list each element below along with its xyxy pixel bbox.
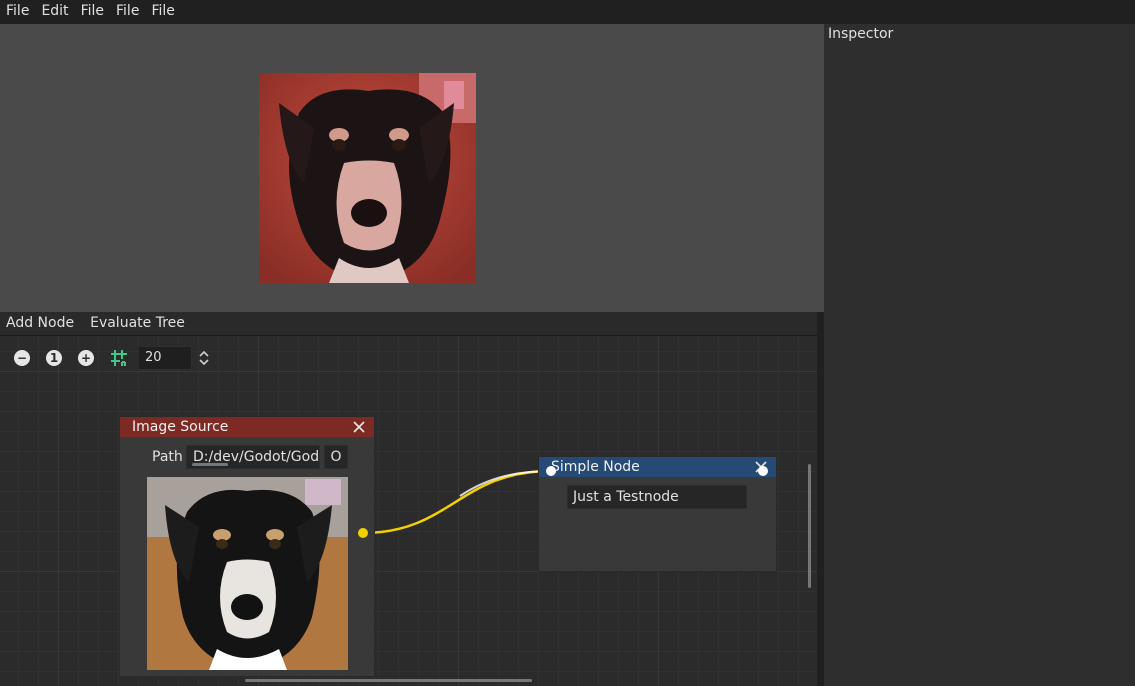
menu-file[interactable]: File bbox=[0, 0, 35, 24]
path-row: Path D:/dev/Godot/God O bbox=[152, 445, 348, 469]
path-scrollbar[interactable] bbox=[192, 463, 228, 466]
simple-node[interactable]: Simple Node Just a Testnode bbox=[538, 456, 777, 572]
graph-toolbar: Add Node Evaluate Tree bbox=[0, 312, 817, 336]
graph-horizontal-scrollbar[interactable] bbox=[245, 679, 532, 682]
evaluate-tree-button[interactable]: Evaluate Tree bbox=[84, 312, 191, 335]
graph-panel: Add Node Evaluate Tree − 1 + 20 Image So… bbox=[0, 312, 817, 686]
open-file-button[interactable]: O bbox=[324, 445, 348, 469]
graph-edit-canvas[interactable]: − 1 + 20 Image Source Path D:/dev/Godot/… bbox=[0, 336, 817, 686]
simple-node-text-value: Just a Testnode bbox=[573, 489, 679, 505]
close-icon[interactable] bbox=[352, 420, 366, 434]
menu-edit[interactable]: Edit bbox=[35, 0, 74, 24]
simple-node-output-port[interactable] bbox=[757, 465, 769, 477]
image-source-header[interactable]: Image Source bbox=[120, 417, 374, 437]
menu-bar: File Edit File File File bbox=[0, 0, 1135, 24]
simple-node-input-port[interactable] bbox=[545, 465, 557, 477]
preview-viewport bbox=[0, 24, 824, 312]
image-source-title: Image Source bbox=[132, 419, 229, 435]
path-input[interactable]: D:/dev/Godot/God bbox=[186, 445, 320, 469]
inspector-panel: Inspector bbox=[824, 24, 1135, 686]
add-node-button[interactable]: Add Node bbox=[0, 312, 80, 335]
preview-image-dog-red bbox=[259, 73, 476, 283]
simple-node-title: Simple Node bbox=[551, 459, 640, 475]
image-source-node[interactable]: Image Source Path D:/dev/Godot/God O bbox=[119, 416, 375, 677]
simple-node-text-input[interactable]: Just a Testnode bbox=[567, 485, 747, 509]
menu-file-3[interactable]: File bbox=[110, 0, 145, 24]
image-thumbnail-dog bbox=[147, 477, 348, 670]
graph-vertical-scrollbar[interactable] bbox=[808, 464, 811, 588]
inspector-title: Inspector bbox=[828, 26, 894, 42]
menu-file-2[interactable]: File bbox=[75, 0, 110, 24]
image-source-output-port[interactable] bbox=[357, 527, 369, 539]
menu-file-4[interactable]: File bbox=[145, 0, 180, 24]
simple-node-header[interactable]: Simple Node bbox=[539, 457, 776, 477]
path-label: Path bbox=[152, 449, 183, 465]
panel-divider[interactable] bbox=[817, 312, 824, 686]
